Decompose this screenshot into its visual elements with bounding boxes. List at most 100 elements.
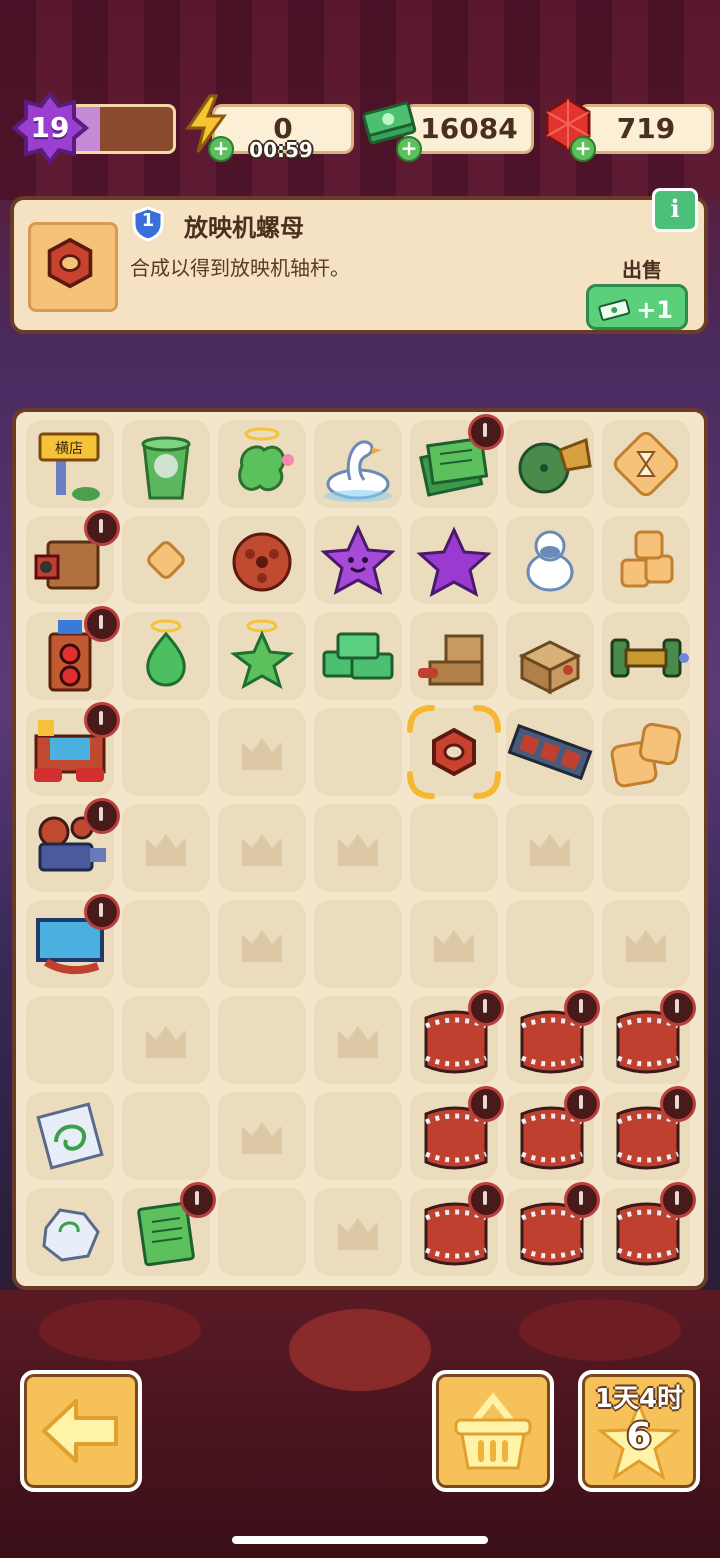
board-cell[interactable] <box>506 516 594 604</box>
board-cell[interactable] <box>122 1092 210 1180</box>
crumpled-paper-icon[interactable] <box>26 1188 114 1276</box>
board-cell[interactable] <box>506 900 594 988</box>
board-cell[interactable] <box>26 1188 114 1276</box>
empty-slot-crown-icon <box>626 930 666 962</box>
board-cell[interactable]: 横店 <box>26 420 114 508</box>
arrow-left-icon <box>42 1399 118 1463</box>
board-cell[interactable] <box>218 516 306 604</box>
empty-slot-crown-icon <box>146 834 186 866</box>
board-cell[interactable] <box>314 612 402 700</box>
board-cell[interactable] <box>218 708 306 796</box>
locked-timer-badge-icon <box>468 1182 504 1218</box>
locked-timer-badge-icon <box>84 606 120 642</box>
dumbbell-icon[interactable] <box>602 612 690 700</box>
board-cell[interactable] <box>218 804 306 892</box>
board-cell[interactable] <box>602 708 690 796</box>
locked-timer-badge-icon <box>660 990 696 1026</box>
cash-stack-icon[interactable] <box>314 612 402 700</box>
board-cell[interactable] <box>218 1092 306 1180</box>
board-cell[interactable] <box>602 516 690 604</box>
angel-green-drop-icon[interactable] <box>122 612 210 700</box>
board-cell[interactable] <box>26 996 114 1084</box>
board-cell[interactable] <box>410 612 498 700</box>
basket-button[interactable] <box>432 1370 554 1492</box>
empty-slot-crown-icon <box>338 834 378 866</box>
back-button[interactable] <box>20 1370 142 1492</box>
board-cell[interactable] <box>26 1092 114 1180</box>
board-cell[interactable] <box>218 1188 306 1276</box>
item-description: 合成以得到放映机轴杆。 <box>130 256 350 280</box>
board-cell[interactable] <box>314 1092 402 1180</box>
board-cell[interactable] <box>410 804 498 892</box>
board-cell[interactable] <box>218 900 306 988</box>
angel-green-blob-icon[interactable] <box>218 420 306 508</box>
locked-timer-badge-icon <box>660 1086 696 1122</box>
hourglass-tile-icon[interactable] <box>602 420 690 508</box>
board-cell[interactable] <box>602 804 690 892</box>
board-cell[interactable] <box>506 420 594 508</box>
board-cell[interactable] <box>602 612 690 700</box>
empty-slot-crown-icon <box>338 1218 378 1250</box>
sell-label: 出售 <box>622 258 662 282</box>
selection-brackets <box>407 705 501 799</box>
board-cell[interactable] <box>122 804 210 892</box>
board-cell[interactable] <box>122 420 210 508</box>
empty-slot-crown-icon <box>338 1026 378 1058</box>
locked-timer-badge-icon <box>84 702 120 738</box>
board-cell[interactable] <box>122 708 210 796</box>
nut-icon <box>47 237 93 289</box>
home-indicator[interactable] <box>232 1536 488 1544</box>
board-cell[interactable] <box>506 612 594 700</box>
board-cell[interactable] <box>506 708 594 796</box>
sell-button[interactable]: +1 <box>586 284 688 330</box>
board-cell[interactable] <box>218 996 306 1084</box>
board-cell[interactable] <box>602 900 690 988</box>
cash-counter[interactable]: 16084 <box>404 104 534 154</box>
board-cell[interactable] <box>218 420 306 508</box>
board-cell[interactable] <box>218 612 306 700</box>
small-bread-icon[interactable] <box>122 516 210 604</box>
board-cell[interactable] <box>506 804 594 892</box>
add-gem-icon[interactable]: + <box>570 136 596 162</box>
board-cell[interactable] <box>122 516 210 604</box>
film-strip-icon[interactable] <box>506 708 594 796</box>
board-cell[interactable] <box>314 900 402 988</box>
quest-count: 6 <box>626 1416 652 1457</box>
swan-icon[interactable] <box>314 420 402 508</box>
white-duck-icon[interactable] <box>506 516 594 604</box>
board-cell[interactable] <box>314 516 402 604</box>
purple-smiley-star-icon[interactable] <box>314 516 402 604</box>
add-cash-icon[interactable]: + <box>396 136 422 162</box>
bread-pair-icon[interactable] <box>602 708 690 796</box>
board-cell[interactable] <box>410 516 498 604</box>
board-cell[interactable] <box>314 804 402 892</box>
board-cell[interactable] <box>314 996 402 1084</box>
board-cell[interactable] <box>314 420 402 508</box>
board-cell[interactable] <box>410 900 498 988</box>
board-cell[interactable] <box>314 1188 402 1276</box>
cardboard-projector-icon[interactable] <box>410 612 498 700</box>
purple-star-icon[interactable] <box>410 516 498 604</box>
cardboard-box-projector-icon[interactable] <box>506 612 594 700</box>
board-cell[interactable] <box>122 996 210 1084</box>
paper-sketch-icon[interactable] <box>26 1092 114 1180</box>
add-energy-icon[interactable]: + <box>208 136 234 162</box>
gem-counter[interactable]: 719 <box>578 104 714 154</box>
board-cell[interactable] <box>314 708 402 796</box>
bread-stack-icon[interactable] <box>602 516 690 604</box>
info-button[interactable]: i <box>652 188 698 232</box>
daily-quest-button[interactable]: 1天4时 6 <box>578 1370 700 1492</box>
board-cell[interactable] <box>122 900 210 988</box>
board-cell[interactable] <box>122 612 210 700</box>
merge-board: 横店 <box>12 408 708 1290</box>
top-bar: 19 0 + 00:59 16084 + 719 + <box>0 90 720 166</box>
green-film-reel-head-icon[interactable] <box>506 420 594 508</box>
film-reel-red-icon[interactable] <box>218 516 306 604</box>
item-thumbnail <box>28 222 118 312</box>
angel-green-star-icon[interactable] <box>218 612 306 700</box>
trash-bin-icon[interactable] <box>122 420 210 508</box>
shop-sign-icon[interactable]: 横店 <box>26 420 114 508</box>
board-cell[interactable] <box>602 420 690 508</box>
sell-value: +1 <box>636 296 673 324</box>
locked-timer-badge-icon <box>84 894 120 930</box>
